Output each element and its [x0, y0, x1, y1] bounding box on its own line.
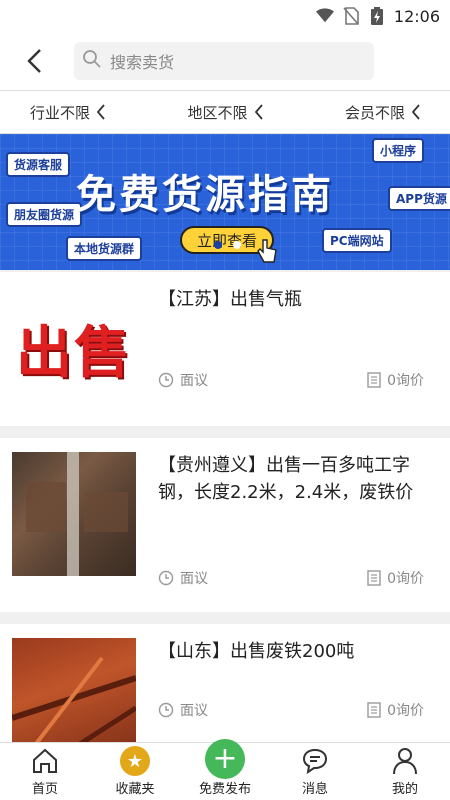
- tab-messages[interactable]: 消息: [270, 743, 360, 800]
- filter-label: 行业不限: [30, 103, 91, 122]
- price-label: 面议: [180, 571, 208, 587]
- clock: 12:06: [393, 6, 440, 26]
- carousel-dot-active: [214, 241, 222, 249]
- listing-thumbnail: 出售: [12, 286, 136, 410]
- price-label: 面议: [180, 373, 208, 389]
- pointer-hand-icon: [256, 238, 278, 268]
- scrap-iron-photo: [12, 656, 136, 742]
- chevron-left-icon: [254, 104, 263, 120]
- inquiry-count: 0询价: [387, 571, 424, 587]
- price-meta: 面议: [158, 568, 208, 588]
- steel-beam-photo: [26, 452, 128, 576]
- banner-tag: 本地货源群: [66, 236, 143, 261]
- form-icon: [367, 570, 381, 586]
- home-icon: [31, 744, 59, 778]
- listing-title: 【山东】出售废铁200吨: [158, 641, 355, 662]
- chevron-left-icon: [27, 49, 41, 73]
- inquiry-count: 0询价: [387, 703, 424, 719]
- tab-label: 免费发布: [198, 782, 251, 797]
- tab-label: 我的: [391, 782, 418, 797]
- bottom-tab-bar: 首页 ★ 收藏夹 + 免费发布 消息 我的: [0, 739, 450, 800]
- user-icon: [392, 744, 418, 778]
- inquiry-meta: 0询价: [367, 370, 424, 390]
- tab-label: 收藏夹: [115, 782, 155, 797]
- thumbnail-text: 出售: [16, 320, 132, 386]
- inquiry-meta: 0询价: [367, 568, 424, 588]
- listing-card[interactable]: 【山东】出售废铁200吨 面议 0询价: [0, 624, 450, 742]
- clock-icon: [158, 372, 174, 388]
- promo-banner[interactable]: 货源客服 朋友圈货源 本地货源群 小程序 APP货源 PC端网站 免费货源指南 …: [0, 134, 450, 270]
- search-icon: [82, 49, 102, 73]
- listing-list: 出售 【江苏】出售气瓶 面议 0询价 【贵州遵义】出售一百多吨工字钢，长度2.2…: [0, 272, 450, 742]
- listing-card[interactable]: 出售 【江苏】出售气瓶 面议 0询价: [0, 272, 450, 426]
- top-bar: 搜索卖货: [0, 32, 450, 90]
- tab-publish[interactable]: + 免费发布: [180, 739, 270, 800]
- banner-tag: PC端网站: [322, 228, 392, 253]
- listing-thumbnail: [12, 452, 136, 576]
- filter-membership[interactable]: 会员不限: [345, 102, 420, 123]
- price-meta: 面议: [158, 700, 208, 720]
- back-button[interactable]: [14, 41, 54, 81]
- no-sim-icon: [342, 7, 360, 25]
- tab-home[interactable]: 首页: [0, 743, 90, 800]
- price-meta: 面议: [158, 370, 208, 390]
- star-icon: ★: [120, 744, 150, 778]
- filter-region[interactable]: 地区不限: [187, 102, 263, 123]
- filter-industry[interactable]: 行业不限: [30, 102, 105, 123]
- filter-bar: 行业不限 地区不限 会员不限: [0, 90, 450, 134]
- wifi-icon: [315, 7, 334, 25]
- chat-icon: [301, 744, 329, 778]
- search-placeholder: 搜索卖货: [110, 53, 175, 72]
- chevron-left-icon: [411, 104, 420, 120]
- banner-tag: 货源客服: [6, 152, 71, 177]
- listing-title: 【贵州遵义】出售一百多吨工字钢，长度2.2米，2.4米，废铁价: [158, 455, 414, 503]
- search-input[interactable]: 搜索卖货: [74, 42, 374, 80]
- form-icon: [367, 372, 381, 388]
- form-icon: [367, 702, 381, 718]
- tab-label: 首页: [31, 782, 58, 797]
- plus-icon: +: [205, 739, 245, 779]
- banner-tag: APP货源: [388, 186, 450, 211]
- filter-label: 会员不限: [344, 103, 405, 122]
- tab-favorites[interactable]: ★ 收藏夹: [90, 743, 180, 800]
- listing-title: 【江苏】出售气瓶: [158, 289, 302, 310]
- inquiry-meta: 0询价: [367, 700, 424, 720]
- clock-icon: [158, 702, 174, 718]
- listing-thumbnail: [12, 638, 136, 742]
- tab-label: 消息: [301, 782, 328, 797]
- tab-profile[interactable]: 我的: [360, 743, 450, 800]
- banner-title: 免费货源指南: [76, 172, 334, 218]
- battery-charging-icon: [368, 7, 386, 25]
- clock-icon: [158, 570, 174, 586]
- banner-tag: 朋友圈货源: [6, 202, 83, 227]
- status-bar: 12:06: [0, 0, 450, 32]
- carousel-dot: [233, 241, 241, 249]
- listing-card[interactable]: 【贵州遵义】出售一百多吨工字钢，长度2.2米，2.4米，废铁价 面议 0询价: [0, 438, 450, 612]
- chevron-left-icon: [96, 104, 105, 120]
- price-label: 面议: [180, 703, 208, 719]
- banner-tag: 小程序: [372, 138, 425, 163]
- inquiry-count: 0询价: [387, 373, 424, 389]
- filter-label: 地区不限: [187, 103, 248, 122]
